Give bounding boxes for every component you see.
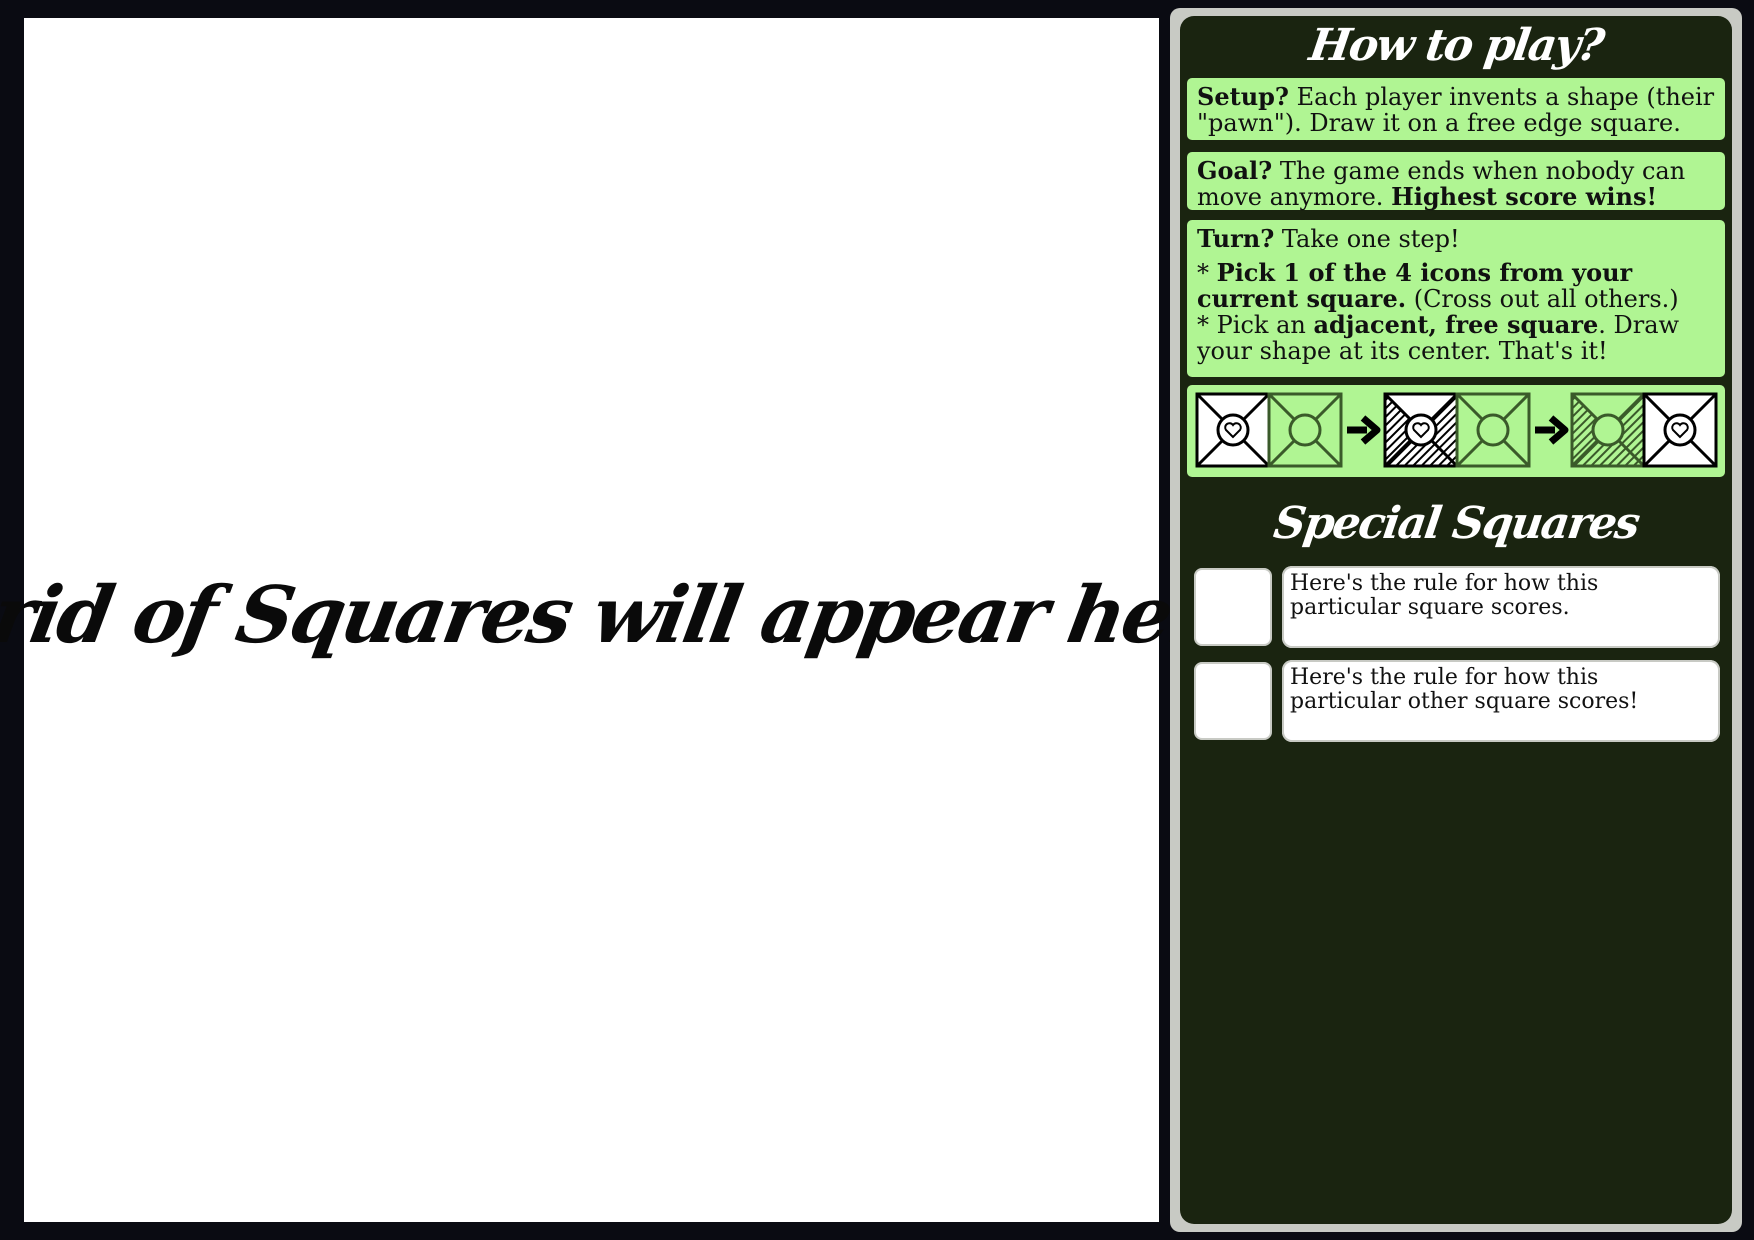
goal-rule: Goal? The game ends when nobody can move… bbox=[1187, 152, 1725, 210]
circle-icon bbox=[1591, 413, 1625, 447]
special-square-row: Here's the rule for how this particular … bbox=[1192, 660, 1720, 742]
step2-prefix: * Pick an bbox=[1197, 311, 1314, 339]
goal-emphasis: Highest score wins! bbox=[1391, 182, 1657, 211]
turn-label: Turn? bbox=[1197, 224, 1275, 253]
circle-icon bbox=[1476, 413, 1510, 447]
turn-example bbox=[1187, 385, 1725, 477]
turn-intro: Turn? Take one step! bbox=[1197, 224, 1715, 253]
how-to-play-heading: How to play? bbox=[1306, 20, 1606, 71]
special-square-icon bbox=[1192, 566, 1274, 648]
turn-text: Take one step! bbox=[1274, 225, 1460, 253]
arrow-right-icon bbox=[1535, 415, 1569, 445]
turn-step-1: * Pick 1 of the 4 icons from your curren… bbox=[1197, 259, 1715, 313]
turn-example-illustration bbox=[1195, 392, 1718, 468]
goal-label: Goal? bbox=[1197, 156, 1273, 185]
step1-prefix: * bbox=[1197, 259, 1217, 287]
square-faded-circle-2 bbox=[1455, 392, 1531, 468]
square-active-heart bbox=[1195, 392, 1271, 468]
turn-step-2: * Pick an adjacent, free square. Draw yo… bbox=[1197, 310, 1715, 365]
game-board: Grid of Squares will appear here bbox=[0, 18, 1262, 1222]
step1-rest: (Cross out all others.) bbox=[1406, 285, 1679, 313]
square-active-heart-2 bbox=[1642, 392, 1718, 468]
special-square-row: Here's the rule for how this particular … bbox=[1192, 566, 1720, 648]
square-faded-crossed-circle bbox=[1570, 392, 1646, 468]
board-placeholder-text: Grid of Squares will appear here bbox=[0, 569, 1262, 661]
special-squares-heading: Special Squares bbox=[1270, 498, 1642, 549]
special-square-rule: Here's the rule for how this particular … bbox=[1282, 566, 1720, 648]
circle-icon bbox=[1288, 413, 1322, 447]
setup-rule: Setup? Each player invents a shape (thei… bbox=[1187, 78, 1725, 140]
step2-bold: adjacent, free square bbox=[1313, 310, 1599, 339]
turn-rule: Turn? Take one step! * Pick 1 of the 4 i… bbox=[1187, 220, 1725, 377]
square-crossed-heart bbox=[1383, 392, 1459, 468]
special-square-rule: Here's the rule for how this particular … bbox=[1282, 660, 1720, 742]
setup-label: Setup? bbox=[1197, 82, 1289, 111]
square-faded-circle bbox=[1267, 392, 1343, 468]
arrow-right-icon bbox=[1347, 415, 1381, 445]
special-square-icon bbox=[1192, 660, 1274, 742]
